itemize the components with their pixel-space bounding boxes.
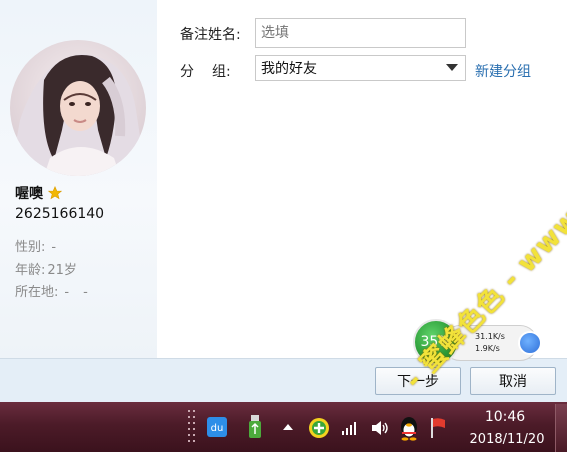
group-label-part1: 分 (180, 64, 194, 80)
qq-penguin-icon[interactable] (398, 415, 420, 441)
memory-usage-circle[interactable]: 35% (413, 319, 459, 365)
show-hidden-arrow-icon[interactable] (281, 420, 295, 434)
remark-label: 备注姓名: (180, 27, 241, 43)
show-desktop-button[interactable] (555, 404, 567, 452)
network-signal-icon[interactable] (340, 418, 360, 438)
taskbar-grip-icon[interactable] (187, 408, 197, 446)
star-icon (48, 186, 62, 200)
network-speeds: 31.1K/s 1.9K/s (475, 331, 505, 355)
group-select-value: 我的好友 (261, 61, 317, 77)
location-label: 所在地: (15, 285, 59, 300)
security-flag-icon[interactable] (428, 416, 450, 440)
nickname: 喔噢 (15, 186, 43, 202)
qq-number: 2625166140 (15, 206, 105, 222)
location-info: 所在地: - - (15, 281, 88, 300)
cancel-button[interactable]: 取消 (470, 367, 556, 395)
360-guard-icon[interactable] (308, 417, 330, 439)
accelerate-ball-icon[interactable] (518, 331, 542, 355)
clock-date[interactable]: 2018/11/20 (462, 432, 552, 447)
next-button[interactable]: 下一步 (375, 367, 461, 395)
age-value: 21岁 (47, 263, 77, 278)
baidu-du-icon[interactable]: du (206, 416, 228, 438)
group-label-part2: 组: (212, 64, 231, 80)
memory-usage-percent: 35% (420, 334, 452, 350)
svg-text:du: du (211, 423, 224, 434)
profile-panel: 喔噢 2625166140 性别: - 年龄: 21岁 所在地: - - (0, 0, 157, 360)
network-speed-widget[interactable]: 31.1K/s 1.9K/s 35% (412, 318, 542, 366)
gender-value: - (51, 240, 57, 255)
avatar (10, 40, 146, 176)
upload-speed: 31.1K/s (475, 332, 505, 341)
gender-label: 性别: (15, 240, 46, 255)
remark-name-input[interactable] (255, 18, 466, 48)
nickname-row: 喔噢 (15, 183, 62, 203)
volume-icon[interactable] (369, 417, 391, 439)
age-info: 年龄: 21岁 (15, 259, 77, 278)
location-value-country: - (64, 285, 70, 300)
location-value-city: - (83, 285, 88, 300)
new-group-link[interactable]: 新建分组 (475, 61, 531, 81)
group-select[interactable]: 我的好友 (255, 55, 466, 81)
download-speed: 1.9K/s (475, 344, 500, 353)
gender-info: 性别: - (15, 236, 56, 255)
clock-time[interactable]: 10:46 (475, 409, 535, 425)
chevron-down-icon (446, 64, 458, 71)
usb-drive-icon[interactable] (246, 414, 264, 440)
age-label: 年龄: (15, 263, 46, 278)
